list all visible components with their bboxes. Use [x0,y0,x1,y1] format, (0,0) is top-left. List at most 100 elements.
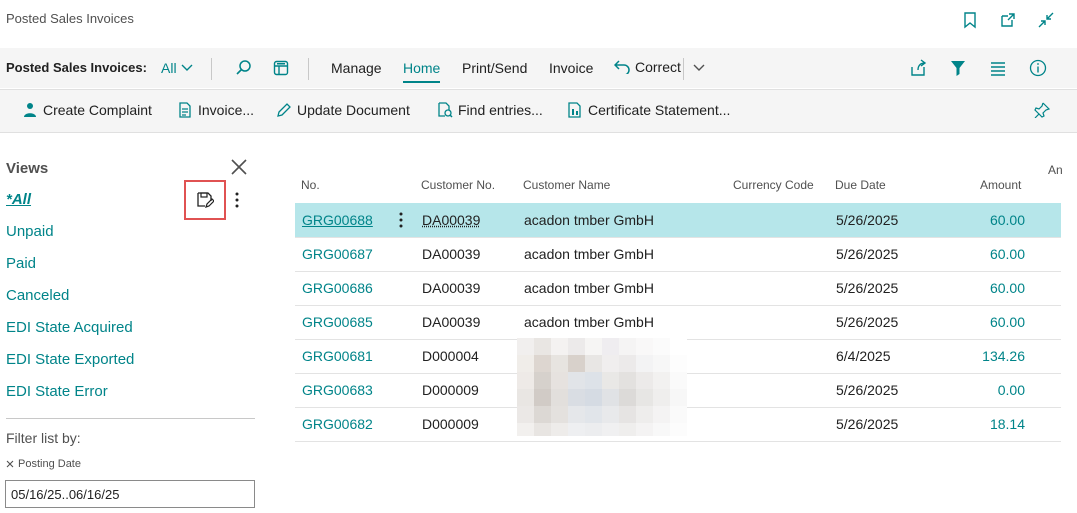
cell-no[interactable]: GRG00688 [302,212,373,228]
info-icon[interactable] [1027,57,1049,79]
view-item-edi-error[interactable]: EDI State Error [6,383,108,400]
edit-list-icon[interactable] [270,57,292,79]
view-item-all[interactable]: *All [6,191,31,208]
view-item-canceled[interactable]: Canceled [6,287,69,304]
cell-no[interactable]: GRG00686 [302,280,373,296]
view-item-edi-acquired[interactable]: EDI State Acquired [6,319,133,336]
cell-no[interactable]: GRG00683 [302,382,373,398]
cell-amount[interactable]: 134.26 [935,348,1025,364]
posting-date-filter-input[interactable] [5,480,255,508]
update-document-button[interactable]: Update Document [276,102,410,118]
cell-amount[interactable]: 60.00 [935,246,1025,262]
views-title: Views [6,160,49,177]
collapse-icon[interactable] [1035,9,1057,31]
open-new-window-icon[interactable] [997,9,1019,31]
invoice-action-button[interactable]: Invoice... [177,102,254,118]
column-header-amount[interactable]: Amount [980,178,1021,192]
certificate-statement-label: Certificate Statement... [588,102,731,118]
title-bar: Posted Sales Invoices [0,0,1077,48]
cell-due-date: 6/4/2025 [836,348,891,364]
cell-customer-no: D000009 [422,416,479,432]
table-row[interactable]: GRG00686 DA00039 acadon tmber GmbH 5/26/… [295,271,1061,306]
cell-customer-no: DA00039 [422,314,481,330]
filter-icon[interactable] [947,57,969,79]
close-icon[interactable] [229,157,249,177]
cell-customer-no: D000009 [422,382,479,398]
actionbar-right-icons [907,57,1049,79]
active-tab-indicator [403,81,440,83]
column-header-no[interactable]: No. [301,178,320,192]
cell-due-date: 5/26/2025 [836,314,899,330]
find-entries-label: Find entries... [458,102,543,118]
document-icon [179,102,191,118]
filter-list-title: Filter list by: [6,430,81,446]
pin-icon[interactable] [1034,102,1050,118]
page-title: Posted Sales Invoices [6,11,134,26]
view-more-options-icon[interactable] [232,190,242,210]
cell-no[interactable]: GRG00681 [302,348,373,364]
view-item-unpaid[interactable]: Unpaid [6,223,54,240]
cell-customer-no: D000004 [422,348,479,364]
chevron-down-icon [181,64,193,71]
column-header-truncated[interactable]: An [1048,163,1063,177]
cell-amount[interactable]: 60.00 [935,280,1025,296]
update-document-label: Update Document [297,102,410,118]
share-icon[interactable] [907,57,929,79]
table-row[interactable]: GRG00687 DA00039 acadon tmber GmbH 5/26/… [295,237,1061,272]
table-row[interactable]: GRG00685 DA00039 acadon tmber GmbH 5/26/… [295,305,1061,340]
cell-no[interactable]: GRG00685 [302,314,373,330]
menu-print-send[interactable]: Print/Send [462,60,527,76]
find-document-icon [438,102,453,118]
table-row[interactable]: GRG00688 DA00039 acadon tmber GmbH 5/26/… [295,203,1061,238]
menu-manage[interactable]: Manage [331,60,382,76]
person-icon [24,103,36,117]
certificate-statement-button[interactable]: Certificate Statement... [567,102,730,118]
menu-home[interactable]: Home [403,60,440,76]
create-complaint-button[interactable]: Create Complaint [22,102,152,118]
cell-amount[interactable]: 18.14 [935,416,1025,432]
column-header-customer-no[interactable]: Customer No. [421,178,495,192]
invoice-action-label: Invoice... [198,102,255,118]
menu-invoice[interactable]: Invoice [549,60,593,76]
view-item-edi-exported[interactable]: EDI State Exported [6,351,134,368]
cell-customer-no: DA00039 [422,246,481,262]
action-bar: Posted Sales Invoices: All Manage Home P… [0,48,1077,88]
cell-amount[interactable]: 60.00 [935,212,1025,228]
column-header-currency-code[interactable]: Currency Code [733,178,814,192]
cell-customer-name: acadon tmber GmbH [524,280,654,296]
row-actions-icon[interactable] [396,210,406,230]
report-icon [568,102,581,118]
divider [211,58,212,80]
view-item-paid[interactable]: Paid [6,255,36,272]
search-icon[interactable] [233,57,255,79]
window-controls [959,9,1057,31]
cell-customer-no: DA00039 [422,280,481,296]
menu-correct[interactable]: Correct [614,59,681,75]
cell-due-date: 5/26/2025 [836,382,899,398]
bookmark-icon[interactable] [959,9,981,31]
cell-customer-no[interactable]: DA00039 [422,212,480,228]
pencil-icon [277,103,291,117]
more-chevron-down-icon[interactable] [688,57,710,79]
undo-icon [614,60,630,74]
cell-due-date: 5/26/2025 [836,280,899,296]
list-view-icon[interactable] [987,57,1009,79]
cell-amount[interactable]: 0.00 [935,382,1025,398]
view-selector-label: All [161,60,177,76]
cell-due-date: 5/26/2025 [836,416,899,432]
column-header-due-date[interactable]: Due Date [835,178,886,192]
cell-amount[interactable]: 60.00 [935,314,1025,330]
save-view-icon[interactable] [196,191,214,209]
redacted-customer-names [517,338,687,436]
view-selector[interactable]: All [161,60,193,76]
cell-due-date: 5/26/2025 [836,212,899,228]
divider [683,58,684,80]
divider [308,58,309,80]
cell-customer-name: acadon tmber GmbH [524,314,654,330]
find-entries-button[interactable]: Find entries... [437,102,543,118]
remove-filter-icon[interactable] [6,460,14,468]
cell-no[interactable]: GRG00682 [302,416,373,432]
column-header-customer-name[interactable]: Customer Name [523,178,610,192]
filter-chip-posting-date[interactable]: Posting Date [6,458,81,470]
cell-no[interactable]: GRG00687 [302,246,373,262]
